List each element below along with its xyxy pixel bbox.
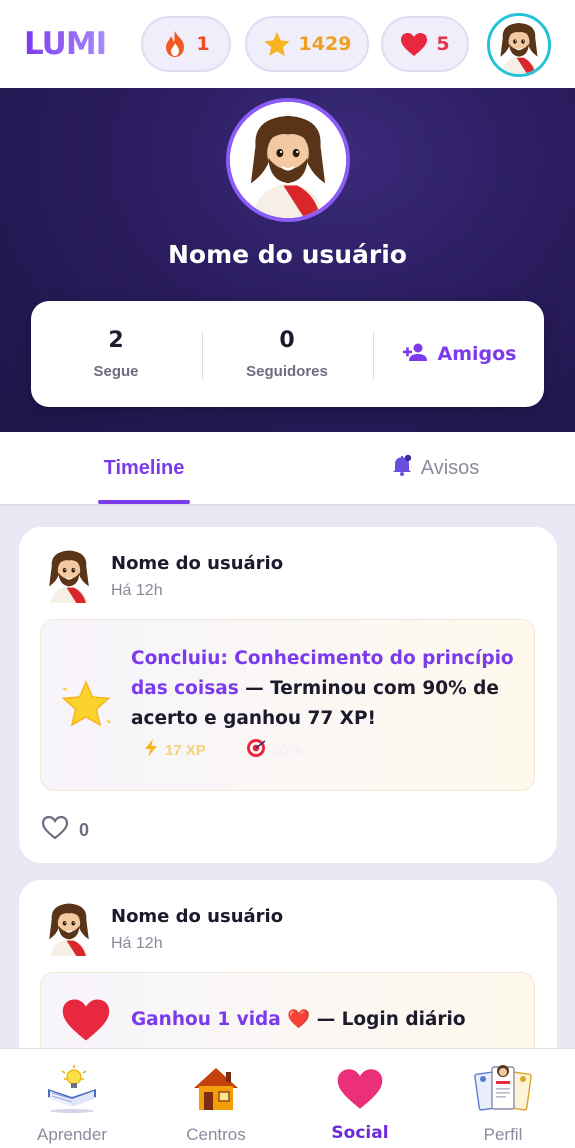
nav-centers-label: Centros: [186, 1125, 246, 1144]
add-friend-icon: [402, 342, 428, 367]
app-logo[interactable]: LUMI: [24, 26, 107, 62]
nav-social-label: Social: [331, 1123, 389, 1143]
meta-xp: 17 XP: [143, 738, 206, 763]
lives-pill[interactable]: 5: [381, 16, 469, 72]
profile-cards-icon: [431, 1059, 575, 1119]
timeline-feed: Nome do usuário Há 12h Concluiu: Conheci…: [0, 506, 575, 1048]
house-icon: [144, 1059, 288, 1119]
heart-icon: [61, 997, 111, 1048]
fire-icon: [162, 30, 188, 58]
tab-notices[interactable]: Avisos: [380, 432, 490, 504]
heart-icon: [288, 1059, 432, 1119]
following-label: Segue: [93, 363, 139, 380]
activity-text: Concluiu: Conhecimento do princípio das …: [131, 644, 521, 734]
heart-icon: [400, 32, 428, 57]
streak-count: 1: [196, 33, 210, 55]
meta-score-value: 90%: [271, 742, 302, 759]
post-timestamp: Há 12h: [111, 582, 163, 599]
lightning-icon: [143, 738, 159, 763]
activity-card[interactable]: Ganhou 1 vida ❤️ — Login diário: [40, 972, 535, 1048]
xp-count: 1429: [298, 33, 352, 55]
stats-card: 2 Segue 0 Seguidores Amigos: [31, 301, 544, 407]
bottom-navigation: Aprender Centros Social Perfil: [0, 1048, 575, 1148]
star-icon: [263, 31, 291, 58]
book-lamp-icon: [0, 1059, 144, 1119]
profile-avatar: [226, 98, 350, 222]
nav-learn-label: Aprender: [37, 1125, 107, 1144]
avatar[interactable]: [43, 898, 95, 956]
star-icon: [61, 680, 111, 736]
followers-count: 0: [279, 328, 295, 353]
nav-profile-label: Perfil: [483, 1125, 523, 1144]
like-count: 0: [79, 819, 90, 840]
activity-meta: 17 XP 90%: [143, 738, 302, 763]
feed-post: Nome do usuário Há 12h Concluiu: Conheci…: [19, 527, 557, 863]
xp-pill[interactable]: 1429: [245, 16, 369, 72]
like-button[interactable]: 0: [41, 815, 89, 845]
avatar[interactable]: [43, 545, 95, 603]
nav-social[interactable]: Social: [288, 1049, 432, 1148]
following-stat[interactable]: 2 Segue: [31, 301, 201, 407]
friends-button[interactable]: Amigos: [374, 301, 544, 407]
activity-text: Ganhou 1 vida ❤️ — Login diário: [131, 1005, 521, 1035]
activity-description: — Login diário: [310, 1009, 466, 1030]
tab-timeline-label: Timeline: [103, 456, 185, 479]
friends-label: Amigos: [437, 343, 517, 365]
activity-card[interactable]: Concluiu: Conhecimento do princípio das …: [40, 619, 535, 791]
heart-outline-icon: [41, 815, 69, 845]
avatar: [490, 16, 548, 74]
top-bar: LUMI 1 1429 5: [0, 0, 575, 88]
tab-timeline[interactable]: Timeline: [90, 432, 198, 504]
lives-count: 5: [436, 33, 450, 55]
meta-score: 90%: [246, 738, 302, 763]
tab-notices-label: Avisos: [420, 456, 480, 479]
following-count: 2: [108, 328, 124, 353]
profile-name: Nome do usuário: [167, 240, 407, 269]
streak-pill[interactable]: 1: [141, 16, 231, 72]
post-timestamp: Há 12h: [111, 935, 163, 952]
tab-bar: Timeline Avisos: [0, 432, 575, 506]
active-tab-indicator: [98, 500, 190, 504]
post-username[interactable]: Nome do usuário: [111, 906, 283, 927]
meta-xp-value: 17 XP: [165, 742, 206, 759]
bell-icon: [391, 454, 413, 482]
activity-title: Ganhou 1 vida ❤️: [131, 1009, 311, 1030]
nav-profile[interactable]: Perfil: [431, 1049, 575, 1148]
profile-header: Nome do usuário 2 Segue 0 Seguidores Ami…: [0, 88, 575, 432]
followers-label: Seguidores: [246, 363, 328, 380]
nav-centers[interactable]: Centros: [144, 1049, 288, 1148]
nav-learn[interactable]: Aprender: [0, 1049, 144, 1148]
target-icon: [246, 738, 266, 763]
post-username[interactable]: Nome do usuário: [111, 553, 283, 574]
feed-post: Nome do usuário Há 12h Ganhou 1 vida ❤️ …: [19, 880, 557, 1048]
followers-stat[interactable]: 0 Seguidores: [202, 301, 372, 407]
profile-avatar-button[interactable]: [487, 13, 551, 77]
